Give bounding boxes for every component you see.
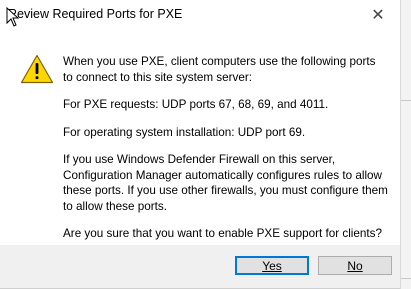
dialog-body: When you use PXE, client computers use t… xyxy=(0,30,400,245)
message-line: For operating system installation: UDP p… xyxy=(63,125,306,139)
no-button-label: No xyxy=(347,258,363,273)
dialog-title: Review Required Ports for PXE xyxy=(8,7,183,21)
message-line: When you use PXE, client computers use t… xyxy=(63,55,376,84)
background-window-edge xyxy=(400,0,411,289)
yes-button[interactable]: Yes xyxy=(235,256,309,275)
mouse-pointer-icon xyxy=(6,7,20,27)
button-bar: Yes No xyxy=(0,245,400,289)
close-icon[interactable]: ✕ xyxy=(356,0,400,30)
yes-button-label: Yes xyxy=(262,258,282,273)
message-line: If you use Windows Defender Firewall on … xyxy=(63,153,388,213)
message-text: When you use PXE, client computers use t… xyxy=(63,54,388,254)
warning-triangle-icon xyxy=(20,54,54,84)
title-bar: Review Required Ports for PXE ✕ xyxy=(0,0,400,30)
divider xyxy=(401,100,411,101)
message-line: For PXE requests: UDP ports 67, 68, 69, … xyxy=(63,98,329,111)
message-line: Are you sure that you want to enable PXE… xyxy=(63,227,382,240)
divider xyxy=(401,278,411,279)
no-button[interactable]: No xyxy=(318,256,392,275)
